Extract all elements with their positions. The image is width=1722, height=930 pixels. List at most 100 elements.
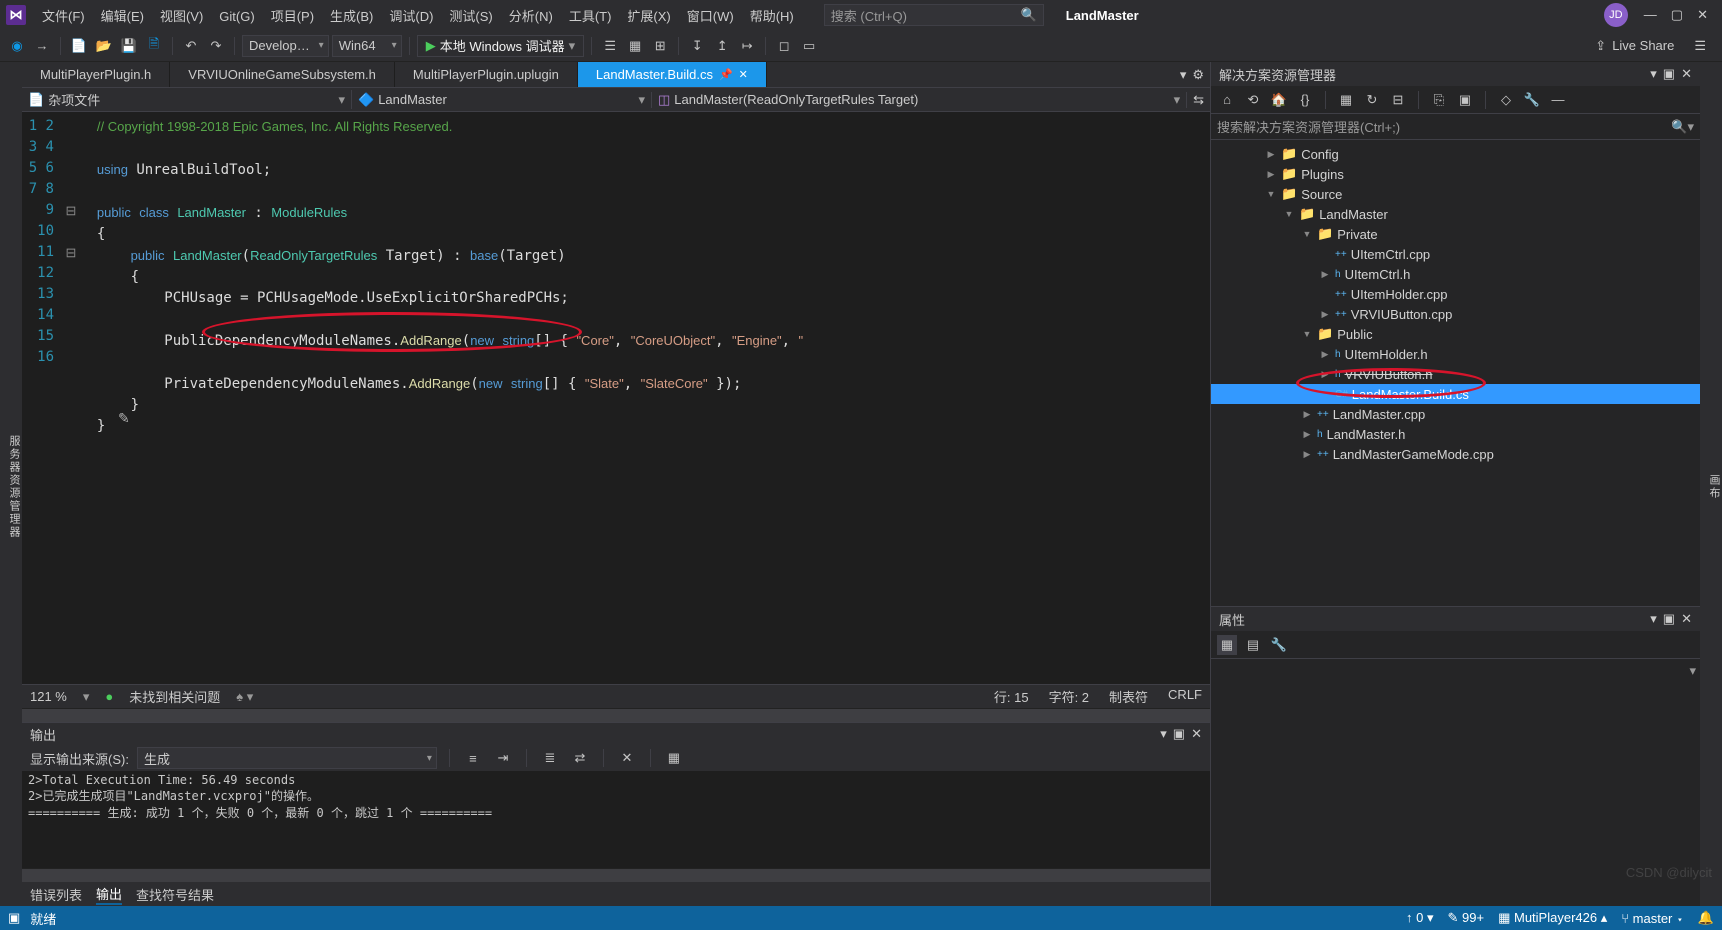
se-brace-icon[interactable]: {} <box>1295 90 1315 110</box>
solution-search[interactable]: 搜索解决方案资源管理器(Ctrl+;) 🔍▾ <box>1211 114 1700 140</box>
run-debug-button[interactable]: ▶ 本地 Windows 调试器 ▾ <box>417 35 585 57</box>
menu-工具(T)[interactable]: 工具(T) <box>561 5 620 28</box>
step-icon-1[interactable]: ↧ <box>686 35 708 57</box>
zoom-level[interactable]: 121 % <box>30 689 67 704</box>
prop-close-icon[interactable]: ✕ <box>1681 611 1692 627</box>
bc-method[interactable]: LandMaster(ReadOnlyTargetRules Target) <box>674 92 918 107</box>
tab-dropdown-icon[interactable]: ▾ <box>1180 67 1187 83</box>
doc-tab[interactable]: VRVIUOnlineGameSubsystem.h <box>170 62 395 87</box>
server-explorer-tab[interactable]: 服务器资源管理器 <box>0 62 22 906</box>
tree-item[interactable]: ▼📁Public <box>1211 324 1700 344</box>
tree-item[interactable]: ▶++LandMaster.cpp <box>1211 404 1700 424</box>
output-source-combo[interactable]: 生成 <box>137 747 437 769</box>
menu-视图(V)[interactable]: 视图(V) <box>152 5 211 28</box>
tree-item[interactable]: ▼📁LandMaster <box>1211 204 1700 224</box>
tree-item[interactable]: ▶hVRVIUButton.h <box>1211 364 1700 384</box>
se-home-icon[interactable]: ⌂ <box>1217 90 1237 110</box>
doc-tab[interactable]: MultiPlayerPlugin.h <box>22 62 170 87</box>
nav-back-icon[interactable]: ◉ <box>6 35 28 57</box>
save-all-icon[interactable]: 🗎 <box>143 35 165 57</box>
tree-item[interactable]: ▶📁Plugins <box>1211 164 1700 184</box>
config-combo[interactable]: Develop… <box>242 35 329 57</box>
menu-生成(B)[interactable]: 生成(B) <box>322 5 381 28</box>
save-icon[interactable]: 💾 <box>118 35 140 57</box>
tree-item[interactable]: ▶++VRVIUButton.cpp <box>1211 304 1700 324</box>
menu-项目(P)[interactable]: 项目(P) <box>263 5 322 28</box>
branch-indicator[interactable]: ⑂ master ▾ <box>1621 911 1684 926</box>
se-wrench-icon[interactable]: 🔧 <box>1522 90 1542 110</box>
canvas-tab[interactable]: 画布 <box>1700 62 1722 906</box>
eol-mode[interactable]: CRLF <box>1168 687 1202 706</box>
tree-item[interactable]: ▶hUItemCtrl.h <box>1211 264 1700 284</box>
bc-class[interactable]: LandMaster <box>378 92 447 107</box>
nav-fwd-icon[interactable]: → <box>31 35 53 57</box>
output-scrollbar[interactable] <box>22 868 1210 882</box>
se-more-icon[interactable]: — <box>1548 90 1568 110</box>
bc-misc[interactable]: 杂项文件 <box>48 90 100 109</box>
out-tool-3[interactable]: ≣ <box>539 747 561 769</box>
panel-dropdown-icon[interactable]: ▾ <box>1160 726 1167 742</box>
se-sync-icon[interactable]: ⟲ <box>1243 90 1263 110</box>
minimize-button[interactable]: — <box>1644 7 1657 23</box>
menu-Git(G)[interactable]: Git(G) <box>211 5 262 28</box>
tool-icon-2[interactable]: ▦ <box>624 35 646 57</box>
tree-item[interactable]: ▼📁Private <box>1211 224 1700 244</box>
undo-icon[interactable]: ↶ <box>180 35 202 57</box>
line-pos[interactable]: 行: 15 <box>994 687 1029 706</box>
tree-item[interactable]: ▶hUItemHolder.h <box>1211 344 1700 364</box>
user-avatar[interactable]: JD <box>1604 3 1628 27</box>
menu-帮助(H)[interactable]: 帮助(H) <box>742 5 802 28</box>
global-search[interactable]: 搜索 (Ctrl+Q) 🔍 <box>824 4 1044 26</box>
issues-dropdown-icon[interactable]: ♠ ▾ <box>236 689 253 705</box>
prop-az-icon[interactable]: ▤ <box>1243 635 1263 655</box>
solution-tree[interactable]: ▶📁Config▶📁Plugins▼📁Source▼📁LandMaster▼📁P… <box>1211 140 1700 606</box>
menu-窗口(W)[interactable]: 窗口(W) <box>679 5 742 28</box>
tree-item[interactable]: ++UItemHolder.cpp <box>1211 284 1700 304</box>
menu-扩展(X)[interactable]: 扩展(X) <box>619 5 678 28</box>
tree-item[interactable]: C#LandMaster.Build.cs <box>1211 384 1700 404</box>
live-share-button[interactable]: ⇪ Live Share ☰ <box>1585 38 1716 54</box>
tool-icon-1[interactable]: ☰ <box>599 35 621 57</box>
no-issues[interactable]: 未找到相关问题 <box>129 687 220 706</box>
step-icon-3[interactable]: ↦ <box>736 35 758 57</box>
se-close-icon[interactable]: ✕ <box>1681 66 1692 82</box>
tree-item[interactable]: ++UItemCtrl.cpp <box>1211 244 1700 264</box>
prop-wrench-icon[interactable]: 🔧 <box>1269 635 1289 655</box>
close-button[interactable]: ✕ <box>1697 7 1708 23</box>
se-code-icon[interactable]: ◇ <box>1496 90 1516 110</box>
tab-errors[interactable]: 错误列表 <box>30 885 82 904</box>
repo-indicator[interactable]: ▦ MutiPlayer426 ▴ <box>1498 910 1607 926</box>
se-refresh-icon[interactable]: ↻ <box>1362 90 1382 110</box>
feedback-icon[interactable]: ☰ <box>1694 38 1706 54</box>
prop-dropdown-icon[interactable]: ▾ <box>1650 611 1657 627</box>
platform-combo[interactable]: Win64 <box>332 35 402 57</box>
comment-icon[interactable]: ▭ <box>798 35 820 57</box>
panel-close-icon[interactable]: ✕ <box>1191 726 1202 742</box>
se-pin-icon[interactable]: ▣ <box>1663 66 1675 82</box>
code-editor[interactable]: 1 2 3 4 5 6 7 8 9 10 11 12 13 14 15 16 ⊟… <box>22 112 1210 684</box>
tree-item[interactable]: ▶hLandMaster.h <box>1211 424 1700 444</box>
menu-调试(D)[interactable]: 调试(D) <box>381 5 441 28</box>
out-tool-2[interactable]: ⇥ <box>492 747 514 769</box>
new-project-icon[interactable]: 📄 <box>68 35 90 57</box>
tab-output[interactable]: 输出 <box>96 884 122 905</box>
notifications-icon[interactable]: 🔔 <box>1698 910 1714 926</box>
se-copy-icon[interactable]: ⎘ <box>1429 90 1449 110</box>
tree-item[interactable]: ▼📁Source <box>1211 184 1700 204</box>
pin-tab-icon[interactable]: ⚙ <box>1192 67 1204 83</box>
tree-item[interactable]: ▶++LandMasterGameMode.cpp <box>1211 444 1700 464</box>
out-tool-1[interactable]: ≡ <box>462 747 484 769</box>
doc-tab[interactable]: LandMaster.Build.cs📌✕ <box>578 62 767 87</box>
se-showall-icon[interactable]: ▦ <box>1336 90 1356 110</box>
menu-测试(S)[interactable]: 测试(S) <box>441 5 500 28</box>
redo-icon[interactable]: ↷ <box>205 35 227 57</box>
add-source-icon[interactable]: ↑ 0 ▾ <box>1406 910 1434 926</box>
split-icon[interactable]: ⇆ <box>1187 92 1210 108</box>
menu-分析(N)[interactable]: 分析(N) <box>501 5 561 28</box>
step-icon-2[interactable]: ↥ <box>711 35 733 57</box>
out-tool-5[interactable]: ✕ <box>616 747 638 769</box>
open-icon[interactable]: 📂 <box>93 35 115 57</box>
bookmark-icon[interactable]: ◻ <box>773 35 795 57</box>
se-collapse-icon[interactable]: ⊟ <box>1388 90 1408 110</box>
tab-find-symbols[interactable]: 查找符号结果 <box>136 885 214 904</box>
